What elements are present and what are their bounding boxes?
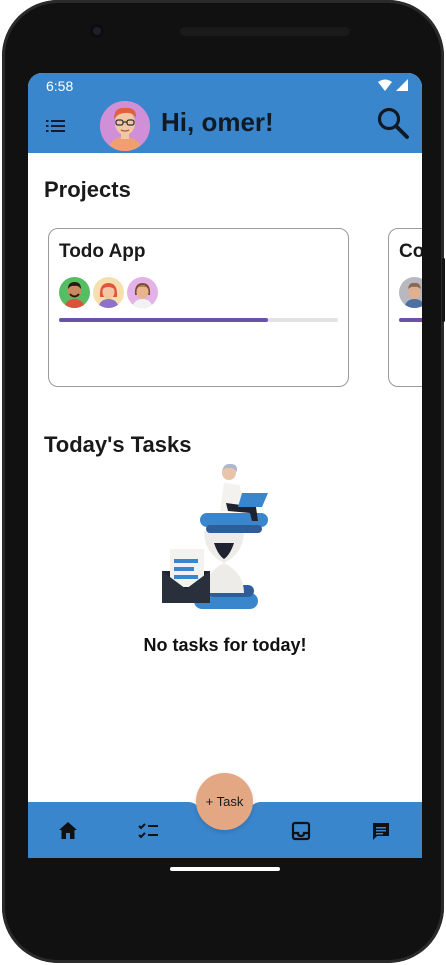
home-indicator bbox=[170, 867, 280, 871]
signal-icon bbox=[396, 79, 408, 91]
phone-device: 6:58 Hi, omer! Projects Todo App Co Toda… bbox=[0, 0, 446, 965]
user-avatar-illustration bbox=[100, 101, 150, 151]
project-card-title: Todo App bbox=[59, 241, 146, 262]
project-progress-fill bbox=[399, 318, 422, 322]
greeting-title: Hi, omer! bbox=[161, 107, 274, 137]
app-screen: 6:58 Hi, omer! Projects Todo App Co Toda… bbox=[28, 73, 422, 858]
project-members bbox=[399, 277, 422, 308]
power-button bbox=[442, 258, 445, 322]
menu-icon[interactable] bbox=[45, 116, 67, 136]
member-avatar bbox=[93, 277, 124, 308]
search-icon[interactable] bbox=[376, 106, 410, 140]
app-bar: Hi, omer! bbox=[28, 98, 422, 153]
todays-tasks-heading: Today's Tasks bbox=[44, 432, 192, 457]
front-camera bbox=[90, 24, 104, 38]
status-icons bbox=[378, 77, 408, 93]
tasks-checklist-icon[interactable] bbox=[137, 820, 159, 842]
empty-tasks-illustration bbox=[162, 463, 268, 609]
add-task-button[interactable]: + Task bbox=[196, 773, 253, 830]
wifi-icon bbox=[378, 79, 392, 91]
chat-icon[interactable] bbox=[370, 820, 392, 842]
project-progress-bar bbox=[59, 318, 338, 322]
member-avatar-illustration bbox=[127, 277, 158, 308]
member-avatar bbox=[127, 277, 158, 308]
member-avatar bbox=[399, 277, 422, 308]
project-progress-bar bbox=[399, 318, 422, 322]
user-avatar[interactable] bbox=[100, 101, 150, 151]
earpiece-speaker bbox=[180, 27, 350, 36]
status-time: 6:58 bbox=[46, 78, 74, 94]
empty-tasks-message: No tasks for today! bbox=[143, 635, 307, 655]
home-icon[interactable] bbox=[57, 820, 79, 842]
status-bar: 6:58 bbox=[28, 73, 422, 98]
member-avatar-illustration bbox=[59, 277, 90, 308]
member-avatar bbox=[59, 277, 90, 308]
project-card[interactable]: Todo App bbox=[48, 228, 349, 387]
member-avatar-illustration bbox=[93, 277, 124, 308]
project-members bbox=[59, 277, 158, 308]
project-progress-fill bbox=[59, 318, 269, 322]
project-card-title: Co bbox=[399, 241, 422, 262]
member-avatar-illustration bbox=[399, 277, 422, 308]
project-card[interactable]: Co bbox=[388, 228, 422, 387]
projects-heading: Projects bbox=[44, 177, 131, 202]
inbox-icon[interactable] bbox=[290, 820, 312, 842]
